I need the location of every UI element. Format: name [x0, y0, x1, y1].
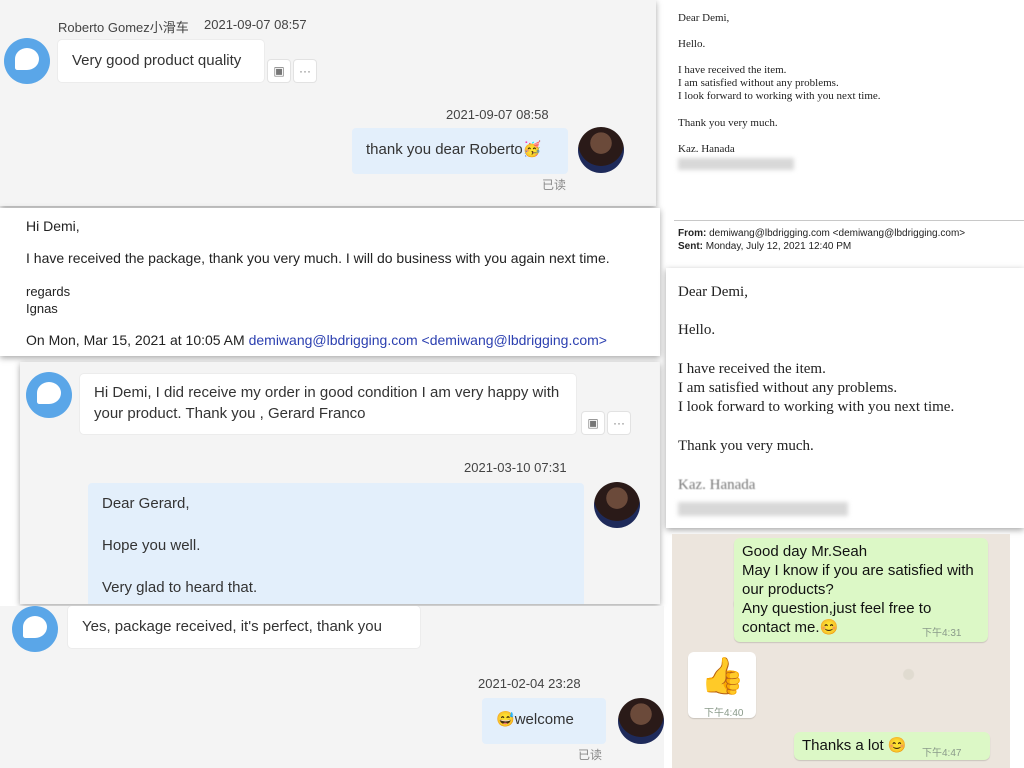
whatsapp-panel: Good day Mr.Seah May I know if you are s…: [672, 534, 1010, 768]
email-hello: Hello.: [678, 38, 706, 50]
email-greeting: Dear Demi,: [678, 284, 748, 300]
email-sender-name: Ignas: [26, 301, 58, 316]
quote-icon[interactable]: ▣: [268, 60, 290, 82]
email-line-1: I have received the item.: [678, 361, 826, 377]
user-avatar[interactable]: [578, 127, 624, 173]
reply-line-1: Dear Gerard,: [102, 495, 190, 512]
incoming-message: Yes, package received, it's perfect, tha…: [68, 606, 420, 648]
reply-timestamp: 2021-03-10 07:31: [464, 460, 567, 475]
incoming-message: Very good product quality: [58, 40, 264, 82]
email-body: I have received the package, thank you v…: [26, 250, 610, 266]
more-options-icon[interactable]: ···: [608, 412, 630, 434]
email-greeting: Dear Demi,: [678, 12, 730, 24]
email-panel-kaz-large: Dear Demi, Hello. I have received the it…: [666, 268, 1024, 528]
user-avatar[interactable]: [594, 482, 640, 528]
chat-panel-bottom: Yes, package received, it's perfect, tha…: [0, 606, 664, 768]
reply-line-2: Hope you well.: [102, 537, 201, 554]
email-line-2: I am satisfied without any problems.: [678, 380, 898, 396]
outgoing-text: welcome: [514, 711, 574, 728]
reply-line-3: Very glad to heard that.: [102, 579, 258, 596]
email-thanks: Thank you very much.: [678, 117, 778, 129]
wa-thanks-text: Thanks a lot: [802, 737, 884, 754]
email-greeting: Hi Demi,: [26, 218, 80, 234]
email-line-3: I look forward to working with you next …: [678, 90, 881, 102]
message-time: 下午4:40: [704, 708, 744, 719]
user-avatar[interactable]: [618, 698, 664, 744]
email-link-bracketed[interactable]: <demiwang@lbdrigging.com>: [422, 332, 607, 348]
party-emoji-icon: 🥳: [522, 141, 542, 158]
contact-avatar[interactable]: [26, 372, 72, 418]
outgoing-message: 😅welcome: [482, 698, 606, 744]
sender-timestamp: 2021-09-07 08:57: [204, 17, 307, 32]
contact-avatar[interactable]: [4, 38, 50, 84]
wa-line-2: May I know if you are satisfied with our…: [742, 562, 974, 598]
message-time: 下午4:47: [922, 748, 962, 759]
email-panel-kaz-small: Dear Demi, Hello. I have received the it…: [666, 0, 1024, 262]
from-label: From:: [678, 228, 707, 239]
email-quote-line: On Mon, Mar 15, 2021 at 10:05 AM demiwan…: [26, 332, 607, 348]
sent-label: Sent:: [678, 241, 703, 252]
outgoing-message: Dear Gerard, Hope you well. Very glad to…: [88, 483, 584, 604]
chat-panel-roberto: Roberto Gomez小滑车 2021-09-07 08:57 Very g…: [0, 0, 656, 206]
redacted-line: [678, 158, 794, 171]
from-value: demiwang@lbdrigging.com <demiwang@lbdrig…: [709, 228, 966, 239]
redacted-line: [678, 499, 848, 518]
email-line-2: I am satisfied without any problems.: [678, 77, 839, 89]
header-divider: [674, 220, 1024, 221]
email-signoff: regards: [26, 284, 71, 299]
email-link[interactable]: demiwang@lbdrigging.com: [249, 332, 418, 348]
outgoing-text: thank you dear Roberto: [366, 141, 523, 158]
from-line: From: demiwang@lbdrigging.com <demiwang@…: [678, 227, 965, 240]
quote-prefix: On Mon, Mar 15, 2021 at 10:05 AM: [26, 332, 245, 348]
sender-name: Roberto Gomez小滑车: [58, 20, 189, 35]
email-line-3: I look forward to working with you next …: [678, 399, 955, 415]
email-sender-name: Kaz. Hanada: [678, 477, 756, 493]
read-status: 已读: [578, 748, 603, 762]
quote-icon[interactable]: ▣: [582, 412, 604, 434]
message-time: 下午4:31: [922, 628, 962, 639]
sweat-emoji-icon: 😅: [496, 711, 515, 728]
reply-timestamp: 2021-02-04 23:28: [478, 676, 581, 691]
incoming-message: Hi Demi, I did receive my order in good …: [80, 374, 576, 434]
chat-panel-gerard: Hi Demi, I did receive my order in good …: [20, 362, 660, 604]
sent-line: Sent: Monday, July 12, 2021 12:40 PM: [678, 240, 851, 253]
email-line-1: I have received the item.: [678, 64, 787, 76]
reply-timestamp: 2021-09-07 08:58: [446, 107, 549, 122]
smile-emoji-icon: 😊: [887, 737, 907, 754]
outgoing-message: thank you dear Roberto🥳: [352, 128, 568, 174]
email-thanks: Thank you very much.: [678, 438, 814, 454]
read-status: 已读: [542, 178, 567, 192]
smile-emoji-icon: 😊: [819, 619, 839, 636]
more-options-icon[interactable]: ···: [294, 60, 316, 82]
thumbs-up-icon: 👍: [700, 655, 745, 696]
contact-avatar[interactable]: [12, 606, 58, 652]
wa-line-1: Good day Mr.Seah: [742, 543, 868, 560]
email-sender-name: Kaz. Hanada: [678, 143, 735, 155]
sent-value: Monday, July 12, 2021 12:40 PM: [705, 241, 852, 252]
whatsapp-incoming-sticker: 👍 下午4:40: [688, 652, 756, 719]
email-panel-ignas: Hi Demi, I have received the package, th…: [0, 208, 660, 356]
email-hello: Hello.: [678, 322, 716, 338]
